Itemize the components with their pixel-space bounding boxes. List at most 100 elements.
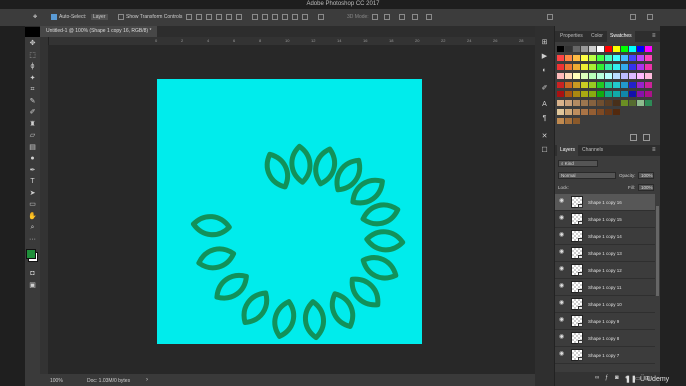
- eye-icon[interactable]: ◉: [559, 300, 565, 306]
- eye-icon[interactable]: ◉: [559, 266, 565, 272]
- swatch[interactable]: [637, 82, 644, 88]
- swatch[interactable]: [573, 82, 580, 88]
- swatch[interactable]: [605, 100, 612, 106]
- swatch[interactable]: [605, 55, 612, 61]
- swatch[interactable]: [597, 100, 604, 106]
- swatch[interactable]: [557, 55, 564, 61]
- status-arrow-icon[interactable]: ›: [146, 377, 148, 383]
- type-icon[interactable]: T: [28, 177, 37, 186]
- swatch[interactable]: [589, 109, 596, 115]
- new-swatch-icon[interactable]: [630, 134, 637, 141]
- layer-row[interactable]: ◉ Shape 1 copy 15: [555, 211, 655, 228]
- brush-icon[interactable]: ✐: [28, 108, 37, 117]
- panel-menu-icon[interactable]: ≡: [652, 147, 656, 153]
- brush-settings-icon[interactable]: ✐: [540, 84, 549, 93]
- swatch[interactable]: [573, 100, 580, 106]
- swatch[interactable]: [565, 46, 572, 52]
- swatch[interactable]: [581, 91, 588, 97]
- swatch[interactable]: [581, 64, 588, 70]
- swatch[interactable]: [573, 109, 580, 115]
- swatch[interactable]: [597, 46, 604, 52]
- swatch[interactable]: [645, 73, 652, 79]
- swatch[interactable]: [621, 55, 628, 61]
- align-top-icon[interactable]: [186, 14, 192, 20]
- eye-icon[interactable]: ◉: [559, 351, 565, 357]
- swatch[interactable]: [597, 64, 604, 70]
- distribute-right-icon[interactable]: [302, 14, 308, 20]
- eye-icon[interactable]: ◉: [559, 215, 565, 221]
- distribute-left-icon[interactable]: [282, 14, 288, 20]
- move-icon[interactable]: ✥: [28, 39, 37, 48]
- document-tab[interactable]: Untitled-1 @ 100% (Shape 1 copy 16, RGB/…: [40, 26, 158, 37]
- swatch[interactable]: [565, 73, 572, 79]
- layer-row[interactable]: ◉ Shape 1 copy 11: [555, 279, 655, 296]
- swatch[interactable]: [557, 109, 564, 115]
- swatch[interactable]: [565, 91, 572, 97]
- share-icon[interactable]: [647, 14, 653, 20]
- magic-wand-icon[interactable]: ✦: [28, 74, 37, 83]
- eye-icon[interactable]: ◉: [559, 198, 565, 204]
- swatch[interactable]: [605, 64, 612, 70]
- tab-swatches[interactable]: Swatches: [607, 31, 635, 42]
- align-hcenter-icon[interactable]: [226, 14, 232, 20]
- paragraph-icon[interactable]: ¶: [540, 114, 549, 123]
- swatch[interactable]: [645, 64, 652, 70]
- swatch[interactable]: [645, 46, 652, 52]
- layer-row[interactable]: ◉ Shape 1 copy 7: [555, 347, 655, 364]
- search-icon[interactable]: [547, 14, 553, 20]
- swatch[interactable]: [621, 100, 628, 106]
- filter-kind-dropdown[interactable]: ⌕ Kind: [558, 160, 598, 167]
- link-layers-icon[interactable]: ∞: [595, 375, 599, 381]
- swatch[interactable]: [629, 91, 636, 97]
- swatch[interactable]: [629, 73, 636, 79]
- swatch[interactable]: [605, 91, 612, 97]
- opacity-field[interactable]: 100%: [638, 172, 654, 179]
- distribute-hcenter-icon[interactable]: [292, 14, 298, 20]
- swatch[interactable]: [645, 100, 652, 106]
- tab-properties[interactable]: Properties: [557, 31, 586, 42]
- swatch[interactable]: [581, 73, 588, 79]
- quick-mask-icon[interactable]: ◘: [28, 269, 37, 278]
- layer-row[interactable]: ◉ Shape 1 copy 14: [555, 228, 655, 245]
- zoom-level[interactable]: 100%: [50, 378, 63, 384]
- stamp-icon[interactable]: ♜: [28, 120, 37, 129]
- swatch[interactable]: [613, 91, 620, 97]
- clone-source-icon[interactable]: ☐: [540, 146, 549, 155]
- layer-row[interactable]: ◉ Shape 1 copy 9: [555, 313, 655, 330]
- swatch[interactable]: [565, 55, 572, 61]
- swatch[interactable]: [621, 91, 628, 97]
- tool-presets-icon[interactable]: ✕: [540, 132, 549, 141]
- panel-menu-icon[interactable]: ≡: [652, 33, 656, 39]
- foreground-color-swatch[interactable]: [26, 249, 36, 259]
- swatch[interactable]: [613, 46, 620, 52]
- swatch[interactable]: [565, 118, 572, 124]
- align-vcenter-icon[interactable]: [196, 14, 202, 20]
- delete-swatch-icon[interactable]: [643, 134, 650, 141]
- shape-icon[interactable]: ▭: [28, 200, 37, 209]
- crop-icon[interactable]: ⌗: [28, 85, 37, 94]
- move-icon[interactable]: ✥: [33, 14, 37, 20]
- swatch[interactable]: [581, 46, 588, 52]
- marquee-icon[interactable]: ⬚: [28, 51, 37, 60]
- swatch[interactable]: [613, 109, 620, 115]
- tab-layers[interactable]: Layers: [557, 145, 579, 156]
- path-select-icon[interactable]: ➤: [28, 189, 37, 198]
- align-right-icon[interactable]: [236, 14, 242, 20]
- zoom-icon[interactable]: ⌕: [28, 223, 37, 232]
- adjustments-icon[interactable]: ◐: [540, 66, 549, 75]
- layer-row[interactable]: ◉ Shape 1 copy 16: [555, 194, 655, 211]
- swatch[interactable]: [581, 109, 588, 115]
- swatch[interactable]: [565, 109, 572, 115]
- auto-align-icon[interactable]: [318, 14, 324, 20]
- fx-icon[interactable]: ƒ: [605, 375, 608, 381]
- gradient-icon[interactable]: ▤: [28, 143, 37, 152]
- swatch[interactable]: [565, 100, 572, 106]
- distribute-vcenter-icon[interactable]: [262, 14, 268, 20]
- swatch[interactable]: [557, 100, 564, 106]
- swatch[interactable]: [589, 73, 596, 79]
- eraser-icon[interactable]: ▱: [28, 131, 37, 140]
- swatch[interactable]: [557, 118, 564, 124]
- swatch[interactable]: [597, 55, 604, 61]
- swatch[interactable]: [565, 64, 572, 70]
- swatch[interactable]: [613, 82, 620, 88]
